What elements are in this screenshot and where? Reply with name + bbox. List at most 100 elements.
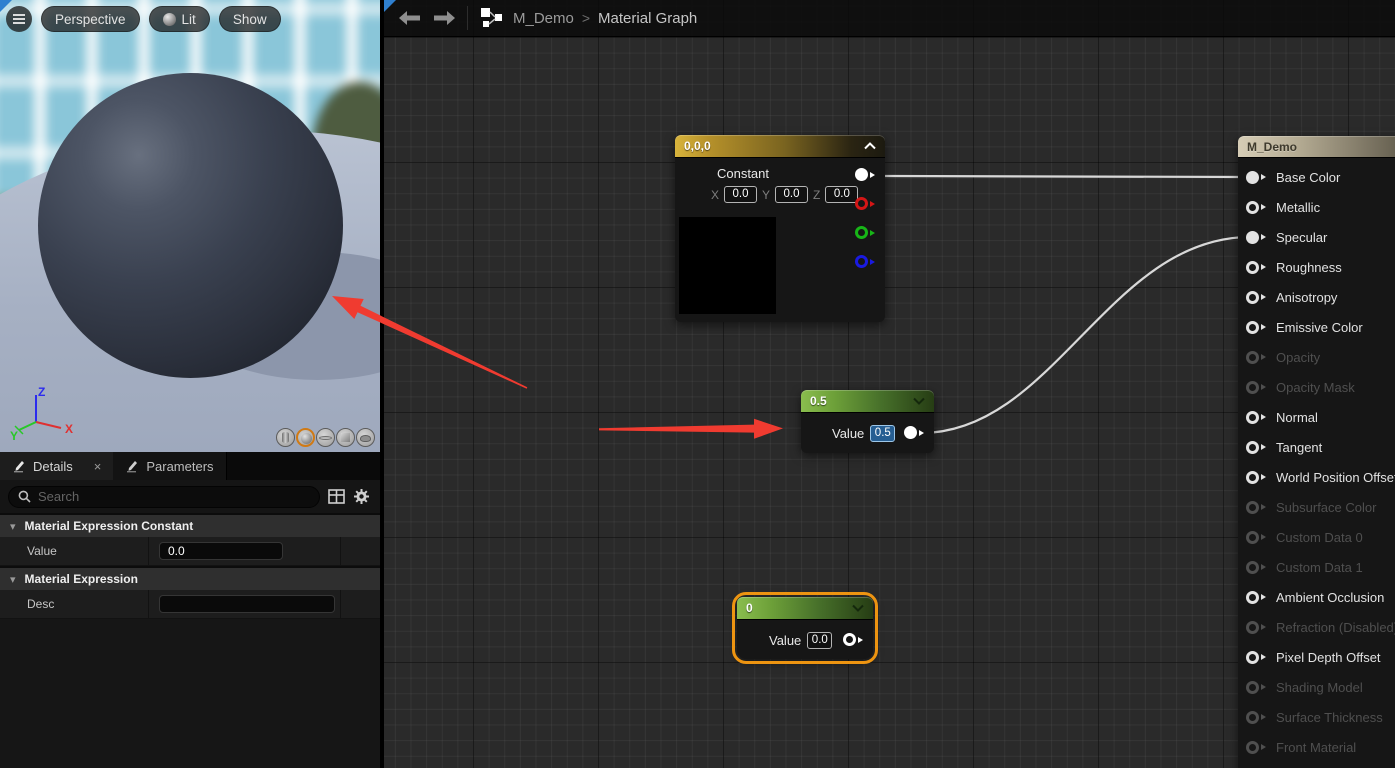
pin-anisotropy[interactable]: Anisotropy bbox=[1238, 282, 1395, 312]
z-value-field[interactable]: 0.0 bbox=[825, 186, 858, 203]
node-header[interactable]: 0.5 bbox=[801, 390, 934, 413]
perspective-label: Perspective bbox=[55, 12, 126, 27]
pin-output-r[interactable] bbox=[855, 197, 878, 210]
preview-viewport[interactable]: Perspective Lit Show Z X Y bbox=[0, 0, 380, 452]
breadcrumb-separator: > bbox=[582, 10, 590, 26]
pin-surface-thickness: Surface Thickness bbox=[1238, 702, 1395, 732]
show-button[interactable]: Show bbox=[219, 6, 281, 32]
lit-mode-button[interactable]: Lit bbox=[149, 6, 210, 32]
pin-output-b[interactable] bbox=[855, 255, 878, 268]
y-value-field[interactable]: 0.0 bbox=[775, 186, 808, 203]
pin-output-value[interactable] bbox=[904, 426, 927, 439]
pin-custom-data-1: Custom Data 1 bbox=[1238, 552, 1395, 582]
desc-field[interactable] bbox=[159, 595, 335, 613]
pin-metallic[interactable]: Metallic bbox=[1238, 192, 1395, 222]
detail-row-value: Value bbox=[0, 537, 380, 566]
collapse-triangle-icon: ▾ bbox=[10, 573, 16, 586]
tab-parameters-label: Parameters bbox=[146, 459, 213, 474]
constant-xyz-fields: X 0.0 Y 0.0 Z 0.0 bbox=[711, 186, 858, 203]
x-value-field[interactable]: 0.0 bbox=[724, 186, 757, 203]
pin-normal[interactable]: Normal bbox=[1238, 402, 1395, 432]
pin-output-g[interactable] bbox=[855, 226, 878, 239]
node-header[interactable]: M_Demo bbox=[1238, 136, 1395, 158]
node-title: 0.5 bbox=[810, 394, 827, 408]
plane-mesh-button[interactable] bbox=[316, 428, 335, 447]
axis-z-label: Z bbox=[38, 385, 45, 399]
value-row-label: Value bbox=[27, 544, 57, 558]
perspective-button[interactable]: Perspective bbox=[41, 6, 140, 32]
pin-pixel-depth-offset[interactable]: Pixel Depth Offset bbox=[1238, 642, 1395, 672]
pin-custom-data-0: Custom Data 0 bbox=[1238, 522, 1395, 552]
constant-output-pins bbox=[855, 168, 878, 268]
node-material-result[interactable]: M_Demo Base Color Metallic Specular Roug… bbox=[1238, 136, 1395, 768]
breadcrumb-current[interactable]: Material Graph bbox=[598, 10, 697, 27]
node-constant-half[interactable]: 0.5 Value 0.5 bbox=[801, 390, 934, 453]
value-label: Value bbox=[769, 633, 801, 648]
node-title: 0 bbox=[746, 601, 753, 615]
custom-mesh-button[interactable] bbox=[356, 428, 375, 447]
material-graph-panel[interactable]: 0,0,0 Constant X 0.0 Y 0.0 Z 0.0 bbox=[384, 0, 1395, 768]
pin-emissive-color[interactable]: Emissive Color bbox=[1238, 312, 1395, 342]
pin-opacity-mask: Opacity Mask bbox=[1238, 372, 1395, 402]
tab-details[interactable]: Details × bbox=[0, 452, 113, 480]
pencil-icon bbox=[125, 459, 139, 473]
panel-focus-corner bbox=[384, 0, 396, 12]
section-material-expression[interactable]: ▾ Material Expression bbox=[0, 566, 380, 590]
pin-base-color[interactable]: Base Color bbox=[1238, 162, 1395, 192]
viewport-toolbar: Perspective Lit Show bbox=[6, 6, 281, 32]
search-box bbox=[8, 486, 320, 508]
sphere-mesh-button[interactable] bbox=[296, 428, 315, 447]
pin-output-rgb[interactable] bbox=[855, 168, 878, 181]
pin-front-material: Front Material bbox=[1238, 732, 1395, 762]
z-label: Z bbox=[813, 188, 820, 202]
pin-tangent[interactable]: Tangent bbox=[1238, 432, 1395, 462]
tab-parameters[interactable]: Parameters bbox=[113, 452, 226, 480]
cube-mesh-button[interactable] bbox=[336, 428, 355, 447]
pin-opacity: Opacity bbox=[1238, 342, 1395, 372]
node-title: 0,0,0 bbox=[684, 139, 711, 153]
node-constant-zero[interactable]: 0 Value 0.0 bbox=[737, 597, 873, 659]
pin-specular[interactable]: Specular bbox=[1238, 222, 1395, 252]
menu-icon bbox=[13, 12, 25, 26]
preview-sphere bbox=[38, 73, 343, 378]
material-editor-window: Perspective Lit Show Z X Y bbox=[0, 0, 1395, 768]
value-field[interactable]: 0.0 bbox=[807, 632, 832, 649]
value-field[interactable]: 0.5 bbox=[870, 425, 895, 442]
details-toolbar bbox=[0, 480, 380, 513]
close-icon[interactable]: × bbox=[94, 459, 102, 474]
section-title: Material Expression bbox=[25, 572, 138, 586]
collapse-triangle-icon: ▾ bbox=[10, 520, 16, 533]
axis-gizmo: Z X Y bbox=[8, 382, 78, 444]
display-options-icon[interactable] bbox=[328, 489, 345, 504]
back-arrow-icon[interactable] bbox=[399, 11, 421, 25]
cylinder-mesh-button[interactable] bbox=[276, 428, 295, 447]
chevron-up-icon[interactable] bbox=[864, 142, 876, 150]
pin-roughness[interactable]: Roughness bbox=[1238, 252, 1395, 282]
pin-world-position-offset[interactable]: World Position Offset bbox=[1238, 462, 1395, 492]
pin-refraction: Refraction (Disabled) bbox=[1238, 612, 1395, 642]
result-pin-list: Base Color Metallic Specular Roughness A… bbox=[1238, 162, 1395, 762]
node-header[interactable]: 0 bbox=[737, 597, 873, 620]
material-graph-icon bbox=[480, 7, 504, 29]
search-icon bbox=[18, 490, 31, 503]
node-header[interactable]: 0,0,0 bbox=[675, 135, 885, 158]
forward-arrow-icon[interactable] bbox=[433, 11, 455, 25]
tab-details-label: Details bbox=[33, 459, 73, 474]
value-label: Value bbox=[832, 426, 864, 441]
preview-mesh-buttons bbox=[276, 428, 375, 447]
chevron-down-icon[interactable] bbox=[913, 397, 925, 405]
search-input[interactable] bbox=[38, 489, 310, 504]
node-constant3-vector[interactable]: 0,0,0 Constant X 0.0 Y 0.0 Z 0.0 bbox=[675, 135, 885, 322]
node-type-label: Constant bbox=[703, 166, 783, 181]
value-field[interactable] bbox=[159, 542, 283, 560]
chevron-down-icon[interactable] bbox=[852, 604, 864, 612]
details-panel: Details × Parameters bbox=[0, 452, 380, 768]
breadcrumb-asset[interactable]: M_Demo bbox=[513, 10, 574, 27]
pin-ambient-occlusion[interactable]: Ambient Occlusion bbox=[1238, 582, 1395, 612]
x-label: X bbox=[711, 188, 719, 202]
section-material-expression-constant[interactable]: ▾ Material Expression Constant bbox=[0, 513, 380, 537]
desc-row-label: Desc bbox=[27, 597, 54, 611]
pin-output-value[interactable] bbox=[843, 633, 866, 646]
pin-subsurface-color: Subsurface Color bbox=[1238, 492, 1395, 522]
settings-gear-icon[interactable] bbox=[353, 488, 370, 505]
